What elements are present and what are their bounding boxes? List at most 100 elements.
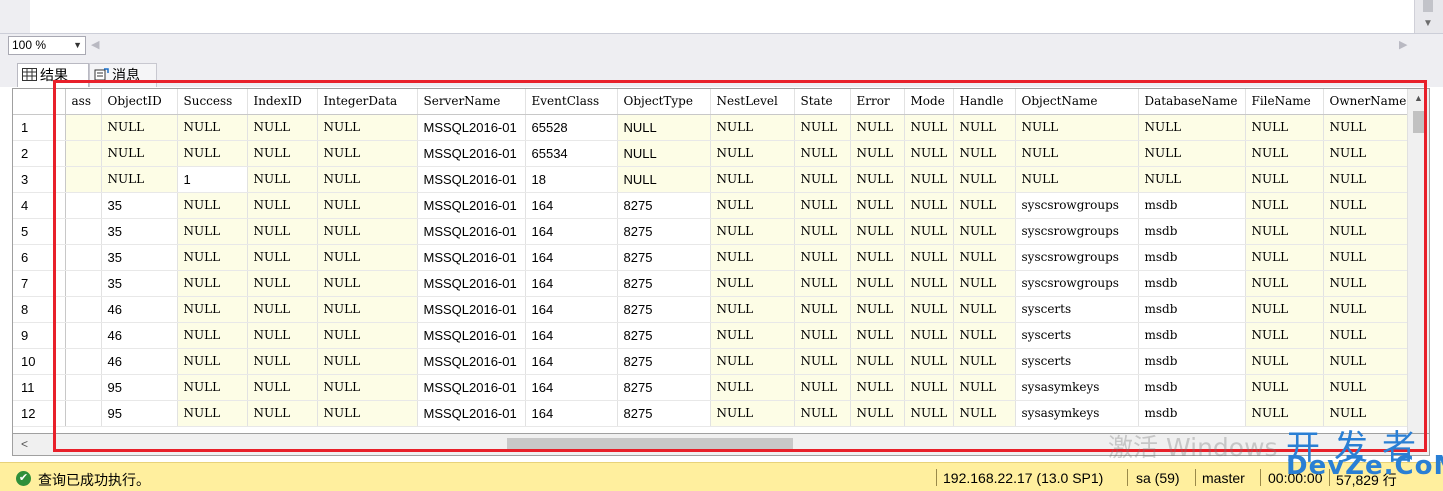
grid-cell[interactable] xyxy=(65,348,102,375)
grid-cell[interactable]: NULL xyxy=(953,244,1016,271)
grid-cell[interactable] xyxy=(65,218,102,245)
row-number[interactable]: 7 xyxy=(13,270,66,297)
grid-cell[interactable]: MSSQL2016-01 xyxy=(417,348,526,375)
scroll-left-arrow-icon[interactable]: ◀ xyxy=(91,38,99,51)
grid-cell[interactable]: NULL xyxy=(953,400,1016,427)
column-header[interactable]: OwnerName xyxy=(1323,89,1412,115)
grid-cell[interactable]: 8275 xyxy=(617,218,711,245)
grid-cell[interactable]: NULL xyxy=(177,114,248,141)
table-row[interactable]: 8 46 NULL NULL NULL MSSQL2016-01 164 8275 NULL NU… xyxy=(13,296,1412,323)
grid-cell[interactable]: NULL xyxy=(1015,114,1139,141)
grid-cell[interactable]: NULL xyxy=(1245,270,1324,297)
grid-cell[interactable]: NULL xyxy=(247,270,318,297)
column-header[interactable]: Mode xyxy=(904,89,954,115)
grid-cell[interactable]: MSSQL2016-01 xyxy=(417,192,526,219)
scroll-down-arrow-icon[interactable]: ▼ xyxy=(1423,18,1433,29)
grid-cell[interactable]: NULL xyxy=(1245,296,1324,323)
grid-cell[interactable]: NULL xyxy=(794,140,851,167)
grid-cell[interactable]: NULL xyxy=(1138,166,1246,193)
grid-cell[interactable]: NULL xyxy=(177,192,248,219)
grid-cell[interactable]: NULL xyxy=(247,218,318,245)
grid-cell[interactable]: NULL xyxy=(317,400,418,427)
grid-cell[interactable]: 35 xyxy=(101,192,178,219)
table-row[interactable]: 7 35 NULL NULL NULL MSSQL2016-01 164 8275 NULL NU… xyxy=(13,270,1412,297)
grid-cell[interactable]: NULL xyxy=(317,270,418,297)
grid-cell[interactable]: NULL xyxy=(850,270,905,297)
column-header[interactable]: IntegerData xyxy=(317,89,418,115)
grid-cell[interactable]: NULL xyxy=(904,348,954,375)
grid-cell[interactable]: NULL xyxy=(904,244,954,271)
grid-cell[interactable]: NULL xyxy=(850,218,905,245)
table-row[interactable]: 1 NULL NULL NULL NULL MSSQL2016-01 65528 NULL NU… xyxy=(13,114,1412,141)
grid-cell[interactable]: 164 xyxy=(525,244,618,271)
grid-cell[interactable]: NULL xyxy=(317,218,418,245)
column-header[interactable]: ObjectType xyxy=(617,89,711,115)
grid-cell[interactable]: sysasymkeys xyxy=(1015,400,1139,427)
grid-cell[interactable]: NULL xyxy=(710,322,795,349)
grid-cell[interactable]: NULL xyxy=(850,166,905,193)
grid-cell[interactable]: NULL xyxy=(710,400,795,427)
grid-cell[interactable]: 46 xyxy=(101,348,178,375)
grid-cell[interactable]: NULL xyxy=(850,192,905,219)
grid-cell[interactable]: NULL xyxy=(177,400,248,427)
grid-cell[interactable]: NULL xyxy=(904,296,954,323)
grid-cell[interactable]: NULL xyxy=(710,140,795,167)
grid-cell[interactable]: NULL xyxy=(177,296,248,323)
grid-cell[interactable]: NULL xyxy=(1323,166,1412,193)
column-header[interactable]: Error xyxy=(850,89,905,115)
grid-cell[interactable]: NULL xyxy=(850,114,905,141)
grid-cell[interactable]: syscsrowgroups xyxy=(1015,218,1139,245)
grid-cell[interactable]: NULL xyxy=(850,140,905,167)
grid-cell[interactable]: NULL xyxy=(904,374,954,401)
grid-cell[interactable]: NULL xyxy=(850,400,905,427)
grid-cell[interactable]: MSSQL2016-01 xyxy=(417,218,526,245)
grid-cell[interactable]: 164 xyxy=(525,270,618,297)
scroll-left-arrow-icon[interactable]: < xyxy=(21,437,28,451)
grid-cell[interactable]: NULL xyxy=(1245,218,1324,245)
grid-cell[interactable]: NULL xyxy=(794,348,851,375)
grid-cell[interactable]: NULL xyxy=(850,244,905,271)
grid-cell[interactable]: NULL xyxy=(904,114,954,141)
grid-cell[interactable]: NULL xyxy=(101,114,178,141)
grid-cell[interactable]: NULL xyxy=(247,140,318,167)
grid-cell[interactable]: MSSQL2016-01 xyxy=(417,400,526,427)
grid-cell[interactable]: 8275 xyxy=(617,374,711,401)
row-header-corner[interactable] xyxy=(13,89,66,115)
grid-cell[interactable]: 46 xyxy=(101,322,178,349)
grid-cell[interactable]: NULL xyxy=(1015,140,1139,167)
row-number[interactable]: 11 xyxy=(13,374,66,401)
grid-cell[interactable] xyxy=(65,270,102,297)
grid-cell[interactable]: msdb xyxy=(1138,322,1246,349)
grid-cell[interactable]: NULL xyxy=(317,322,418,349)
grid-cell[interactable]: NULL xyxy=(904,270,954,297)
grid-cell[interactable]: NULL xyxy=(794,400,851,427)
grid-cell[interactable]: NULL xyxy=(177,218,248,245)
grid-cell[interactable]: syscerts xyxy=(1015,322,1139,349)
row-number[interactable]: 6 xyxy=(13,244,66,271)
grid-cell[interactable]: NULL xyxy=(953,296,1016,323)
grid-cell[interactable]: NULL xyxy=(1323,270,1412,297)
grid-cell[interactable]: 8275 xyxy=(617,400,711,427)
column-header[interactable]: DatabaseName xyxy=(1138,89,1246,115)
grid-cell[interactable]: msdb xyxy=(1138,296,1246,323)
grid-cell[interactable]: MSSQL2016-01 xyxy=(417,166,526,193)
grid-cell[interactable]: NULL xyxy=(904,218,954,245)
grid-cell[interactable]: 8275 xyxy=(617,296,711,323)
grid-cell[interactable]: NULL xyxy=(794,114,851,141)
grid-cell[interactable]: NULL xyxy=(247,192,318,219)
table-row[interactable]: 6 35 NULL NULL NULL MSSQL2016-01 164 8275 NULL NU… xyxy=(13,244,1412,271)
grid-cell[interactable]: NULL xyxy=(247,322,318,349)
zoom-select[interactable]: 100 % ▼ xyxy=(8,36,86,55)
column-header[interactable]: ServerName xyxy=(417,89,526,115)
grid-cell[interactable]: NULL xyxy=(794,296,851,323)
grid-cell[interactable]: NULL xyxy=(101,140,178,167)
grid-cell[interactable]: syscerts xyxy=(1015,348,1139,375)
grid-cell[interactable]: NULL xyxy=(710,348,795,375)
column-header[interactable]: EventClass xyxy=(525,89,618,115)
grid-hscroll-thumb[interactable] xyxy=(507,438,793,451)
table-row[interactable]: 11 95 NULL NULL NULL MSSQL2016-01 164 8275 NULL N… xyxy=(13,374,1412,401)
grid-cell[interactable]: MSSQL2016-01 xyxy=(417,322,526,349)
grid-cell[interactable]: MSSQL2016-01 xyxy=(417,244,526,271)
query-editor[interactable] xyxy=(30,0,1415,33)
grid-cell[interactable]: NULL xyxy=(1015,166,1139,193)
